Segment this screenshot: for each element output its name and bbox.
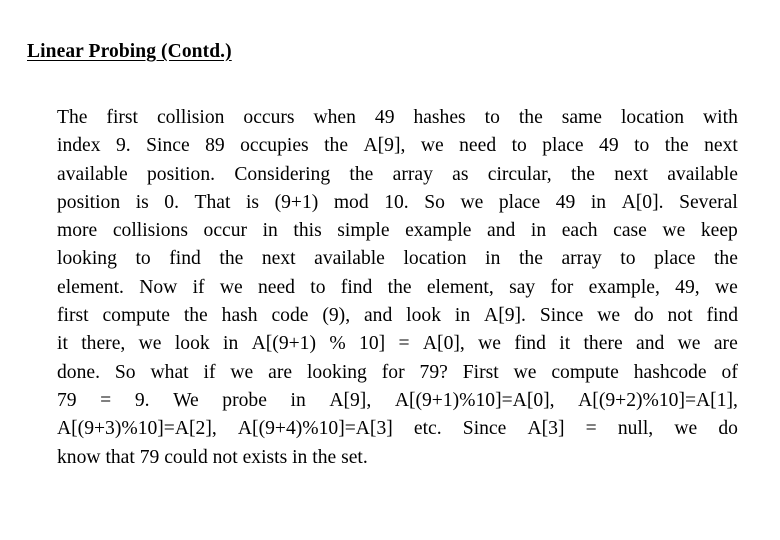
body-line: first compute the hash code (9), and look in A[9]… [57,305,738,327]
body-line: it there, we look in A[(9+1)% 10] = A[0], we find i… [57,333,738,355]
body-line: position is 0. That is (9+1) mod 10. So we place 49… [57,191,738,213]
body-line: available position. Considering the array as c… [57,163,738,185]
slide-title: Linear Probing (Contd.) [27,41,232,62]
body-line: done. So what if we are looking for 79? First we co… [57,361,738,383]
body-line: The first collision occurs when 49 hashes to the… [57,107,738,128]
body-line: looking to find the next available location in t… [57,248,738,270]
body-line: know that 79 could not exists in the set… [57,446,368,468]
body-line: element. Now if we need to find the element, say f… [57,276,738,298]
body-line: more collisions occur in this simple example an… [57,220,738,242]
body-line: A[(9+3)%10]=A[2], A[(9+4)%10]=A[3] etc. Sin… [57,418,738,440]
body-line: index 9. Since 89 occupies the A[9], we need to pl… [57,135,738,157]
body-line: 79 = 9. We probe in A[9], A[(9+1)%10]=A[0], A[(9… [57,389,738,411]
slide-body-paragraph: The first collision occurs when 49 hashes to the… [57,104,738,472]
slide-canvas: Linear Probing (Contd.) The first collisio… [0,0,780,540]
